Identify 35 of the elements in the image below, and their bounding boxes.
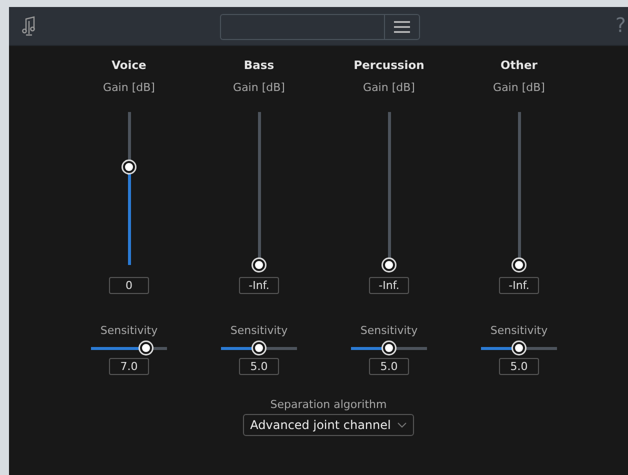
- music-note-icon[interactable]: [21, 16, 37, 36]
- sensitivity-value[interactable]: 5.0: [239, 358, 279, 375]
- gain-label: Gain [dB]: [363, 81, 415, 94]
- sensitivity-value[interactable]: 7.0: [109, 358, 149, 375]
- slider-thumb[interactable]: [123, 161, 135, 174]
- sensitivity-label: Sensitivity: [230, 324, 288, 337]
- channel-title: Bass: [244, 58, 274, 74]
- slider-thumb[interactable]: [383, 342, 395, 354]
- gain-value[interactable]: 0: [109, 277, 149, 294]
- slider-thumb[interactable]: [140, 342, 152, 354]
- sensitivity-value[interactable]: 5.0: [499, 358, 539, 375]
- preset-field[interactable]: [220, 14, 384, 40]
- slider-thumb[interactable]: [513, 259, 525, 271]
- slider-thumb[interactable]: [253, 259, 265, 271]
- channel-title: Other: [500, 58, 538, 74]
- algorithm-label: Separation algorithm: [270, 398, 387, 411]
- gain-value[interactable]: -Inf.: [369, 277, 409, 294]
- sensitivity-label: Sensitivity: [100, 324, 158, 337]
- slider-thumb[interactable]: [253, 342, 265, 354]
- sensitivity-label: Sensitivity: [490, 324, 548, 337]
- menu-icon: [394, 21, 410, 33]
- chevron-down-icon: [396, 422, 407, 428]
- channel-title: Voice: [112, 58, 146, 74]
- gain-label: Gain [dB]: [233, 81, 285, 94]
- slider-thumb[interactable]: [513, 342, 525, 354]
- algorithm-dropdown[interactable]: Advanced joint channel: [243, 414, 414, 436]
- channel-title: Percussion: [354, 58, 424, 74]
- gain-label: Gain [dB]: [493, 81, 545, 94]
- sensitivity-label: Sensitivity: [360, 324, 418, 337]
- sensitivity-value[interactable]: 5.0: [369, 358, 409, 375]
- menu-button[interactable]: [384, 14, 420, 40]
- gain-label: Gain [dB]: [103, 81, 155, 94]
- slider-thumb[interactable]: [383, 259, 395, 271]
- gain-value[interactable]: -Inf.: [239, 277, 279, 294]
- gain-value[interactable]: -Inf.: [499, 277, 539, 294]
